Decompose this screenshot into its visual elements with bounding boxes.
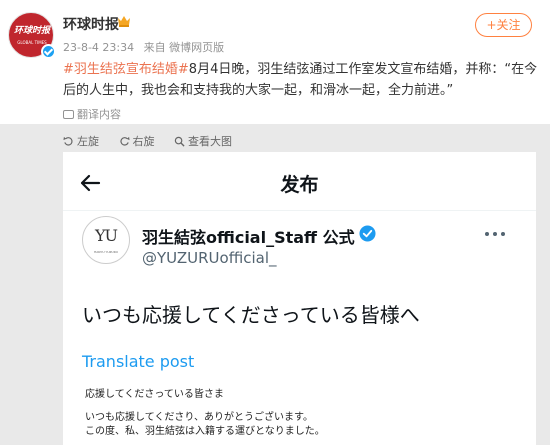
translate-post-link: Translate post <box>82 352 195 371</box>
post-timestamp[interactable]: 23-8-4 23:34 <box>63 41 134 54</box>
avatar-logo-text: 环球时报 <box>13 26 50 36</box>
staff-avatar: YU HANYU YUZURU <box>82 216 130 264</box>
rotate-right-icon <box>119 136 130 146</box>
image-toolbar: 左旋 右旋 查看大图 <box>63 133 248 149</box>
follow-button[interactable]: +关注 <box>475 13 532 37</box>
rotate-left-button[interactable]: 左旋 <box>63 133 99 149</box>
post-source: 来自 微博网页版 <box>143 41 225 54</box>
letter-blank-line <box>85 402 505 411</box>
more-options-icon <box>485 232 507 238</box>
staff-avatar-subtext: HANYU YUZURU <box>93 250 119 254</box>
translate-icon <box>63 110 74 119</box>
tweet-text: いつも応援してくださっている皆様へ <box>82 303 420 327</box>
translate-content-link[interactable]: 翻译内容 <box>63 106 121 122</box>
embedded-screenshot[interactable]: 发布 YU HANYU YUZURU 羽生結弦official_Staff 公式… <box>63 152 536 445</box>
weibo-post-header: 环球时报 GLOBAL TIMES 环球时报 23-8-4 23:34 来自 微… <box>0 0 550 124</box>
staff-display-name: 羽生結弦official_Staff 公式 <box>142 228 355 247</box>
rotate-left-icon <box>63 136 73 146</box>
view-original-button[interactable]: 查看大图 <box>174 133 232 149</box>
post-meta: 23-8-4 23:34 来自 微博网页版 <box>63 39 230 55</box>
staff-avatar-monogram: YU <box>94 226 118 245</box>
verified-badge-icon <box>41 44 56 59</box>
hashtag-link[interactable]: #羽生结弦宣布结婚# <box>63 62 189 77</box>
account-name[interactable]: 环球时报 <box>63 14 119 34</box>
view-original-label: 查看大图 <box>188 135 232 148</box>
header-divider <box>63 210 536 211</box>
crown-icon <box>118 16 130 27</box>
translate-label: 翻译内容 <box>77 108 121 121</box>
rotate-left-label: 左旋 <box>77 135 99 148</box>
screenshot-title: 发布 <box>280 174 319 196</box>
rotate-right-button[interactable]: 右旋 <box>119 133 155 149</box>
letter-line: この度、私、羽生結弦は入籍する運びとなりました。 <box>85 426 325 437</box>
letter-line: 応援してくださっている皆さま <box>85 389 224 400</box>
view-original-icon <box>174 136 185 147</box>
post-body: #羽生结弦宣布结婚#8月4日晚，羽生结弦通过工作室发文宣布结婚，并称：“在今后的… <box>63 59 538 101</box>
attached-letter: 応援してくださっている皆さま いつも応援してくださり、ありがとうございます。 こ… <box>85 388 505 439</box>
letter-line: いつも応援してくださり、ありがとうございます。 <box>85 412 313 423</box>
verified-check-icon <box>359 225 376 242</box>
rotate-right-label: 右旋 <box>132 135 155 148</box>
staff-handle: @YUZURUofficial_ <box>142 249 277 267</box>
